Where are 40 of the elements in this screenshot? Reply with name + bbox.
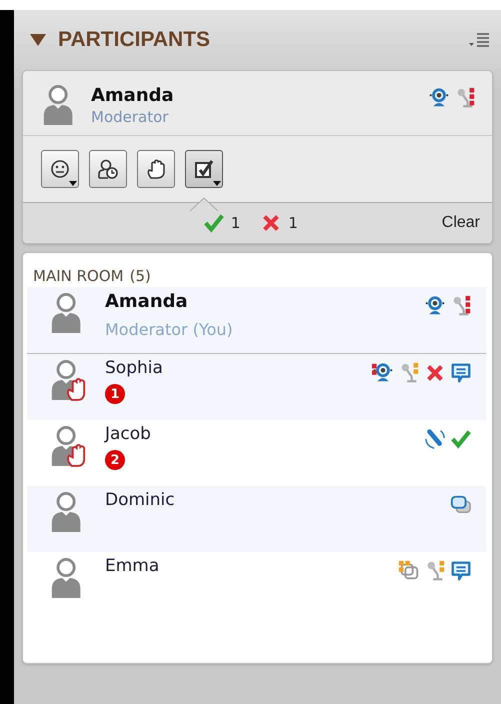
room-title: MAIN ROOM	[33, 267, 124, 285]
participant-name: Jacob	[105, 424, 152, 444]
user-role: Moderator	[91, 108, 170, 126]
participant-row[interactable]: Emma	[27, 552, 486, 618]
hand-order-badge: 2	[105, 450, 125, 470]
microphone-icon	[424, 428, 446, 450]
smiley-icon	[48, 157, 72, 181]
webcam-icon	[424, 295, 446, 317]
collapse-arrow-icon[interactable]	[30, 34, 46, 46]
webcam-icon	[428, 87, 450, 109]
hand-order-badge: 1	[105, 384, 125, 404]
participant-count: (5)	[130, 267, 151, 285]
panel-title: PARTICIPANTS	[58, 28, 212, 52]
menu-icon[interactable]	[469, 31, 489, 49]
checkbox-icon	[192, 157, 216, 181]
away-button[interactable]	[89, 150, 127, 188]
clear-link[interactable]: Clear	[442, 214, 480, 232]
webcam-icon	[372, 362, 394, 384]
hand-button[interactable]	[137, 150, 175, 188]
participant-name: Emma	[105, 556, 160, 576]
participant-name: Sophia	[105, 358, 164, 378]
participant-row[interactable]: Sophia 1	[27, 354, 486, 420]
checkmark-icon	[450, 428, 472, 450]
participant-name: Amanda	[105, 291, 189, 312]
checkmark-icon	[202, 212, 225, 234]
mood-button[interactable]	[41, 150, 79, 188]
chat-bubbles-icon	[450, 494, 472, 516]
participant-row[interactable]: Amanda Moderator (You)	[27, 287, 486, 354]
participant-row[interactable]: Jacob 2	[27, 420, 486, 486]
participant-role: Moderator (You)	[105, 320, 234, 339]
chat-icon	[450, 560, 472, 582]
participant-name: Dominic	[105, 490, 176, 510]
user-clock-icon	[96, 157, 120, 181]
no-count: 1	[288, 214, 298, 232]
vote-button[interactable]	[185, 150, 223, 188]
yes-count: 1	[230, 214, 240, 232]
participant-row[interactable]: Dominic	[27, 486, 486, 552]
user-name: Amanda	[91, 84, 175, 106]
windows-icon	[398, 560, 420, 582]
chat-icon	[450, 362, 472, 384]
